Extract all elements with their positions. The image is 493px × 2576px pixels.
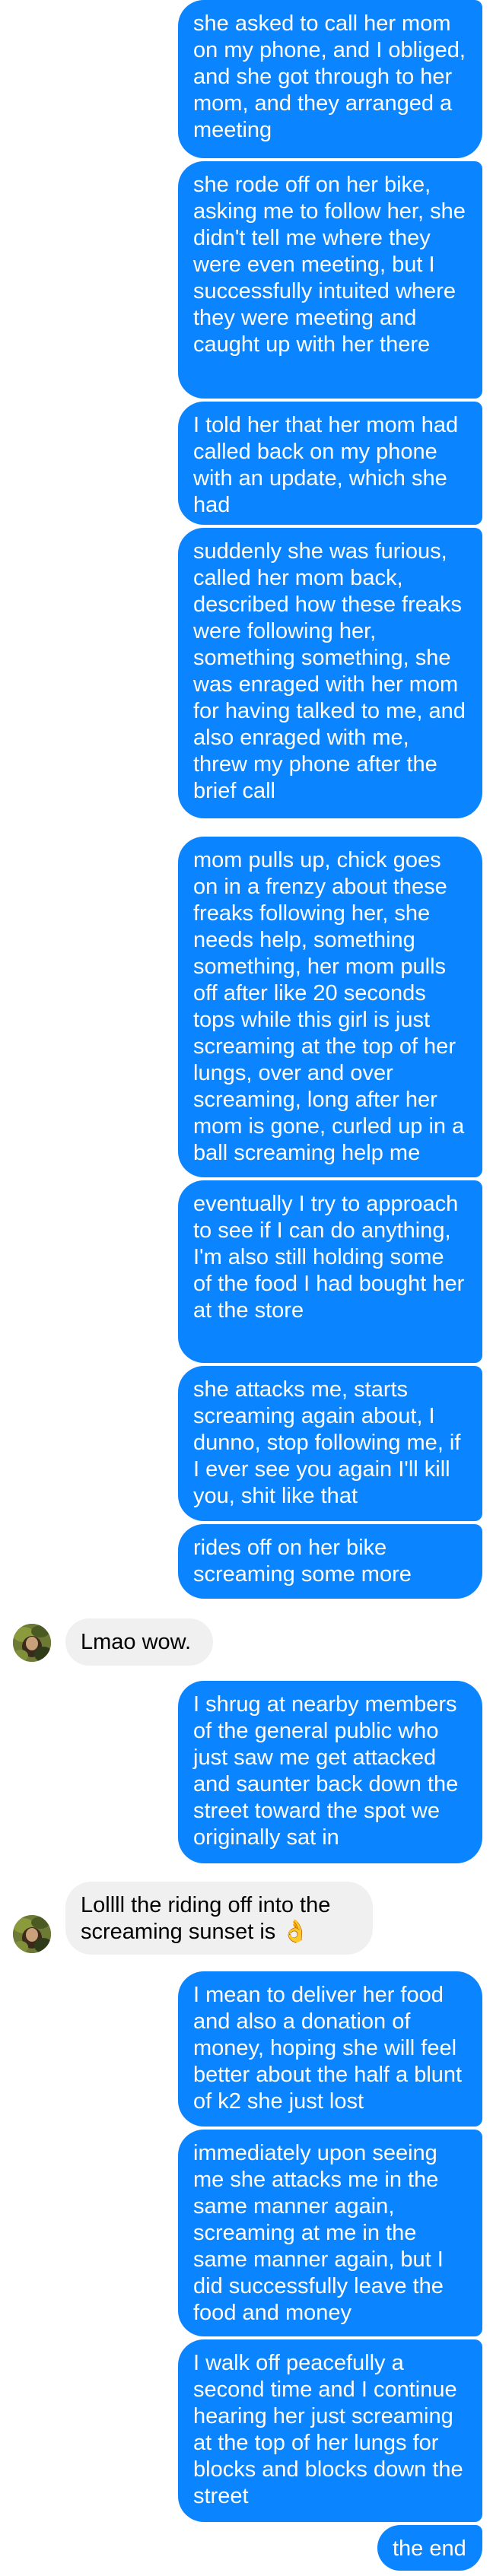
avatar-photo-icon — [13, 1915, 51, 1953]
message-text: she asked to call her mom on my phone, a… — [193, 11, 466, 142]
message-thread: she asked to call her mom on my phone, a… — [0, 0, 493, 2576]
message-bubble-received[interactable]: Lmao wow. — [65, 1618, 213, 1666]
message-bubble-sent[interactable]: suddenly she was furious, called her mom… — [178, 528, 482, 818]
message-text: the end — [393, 2536, 466, 2561]
contact-avatar[interactable] — [13, 1915, 51, 1953]
message-bubble-sent[interactable]: immediately upon seeing me she attacks m… — [178, 2130, 482, 2336]
message-bubble-sent[interactable]: I walk off peacefully a second time and … — [178, 2339, 482, 2522]
message-text: immediately upon seeing me she attacks m… — [193, 2141, 444, 2325]
message-bubble-sent[interactable]: mom pulls up, chick goes on in a frenzy … — [178, 837, 482, 1177]
message-bubble-sent[interactable]: she rode off on her bike, asking me to f… — [178, 161, 482, 399]
message-text: I mean to deliver her food and also a do… — [193, 1983, 463, 2114]
message-text: I shrug at nearby members of the general… — [193, 1692, 459, 1850]
message-text: suddenly she was furious, called her mom… — [193, 539, 466, 803]
message-bubble-sent[interactable]: I mean to deliver her food and also a do… — [178, 1971, 482, 2127]
message-bubble-sent[interactable]: rides off on her bike screaming some mor… — [178, 1524, 482, 1599]
message-bubble-sent[interactable]: eventually I try to approach to see if I… — [178, 1180, 482, 1363]
message-bubble-sent[interactable]: I told her that her mom had called back … — [178, 402, 482, 525]
message-text: Lmao wow. — [81, 1630, 192, 1654]
contact-avatar[interactable] — [13, 1624, 51, 1662]
message-text: I told her that her mom had called back … — [193, 413, 459, 517]
message-bubble-sent[interactable]: she attacks me, starts screaming again a… — [178, 1366, 482, 1521]
message-bubble-sent[interactable]: I shrug at nearby members of the general… — [178, 1681, 482, 1863]
message-bubble-received[interactable]: Lollll the riding off into the screaming… — [65, 1882, 373, 1955]
message-text: eventually I try to approach to see if I… — [193, 1192, 465, 1323]
message-text: I walk off peacefully a second time and … — [193, 2351, 463, 2508]
message-text: Lollll the riding off into the screaming… — [81, 1893, 331, 1944]
message-text: mom pulls up, chick goes on in a frenzy … — [193, 848, 465, 1165]
message-text: rides off on her bike screaming some mor… — [193, 1536, 412, 1587]
message-bubble-sent[interactable]: the end — [377, 2525, 482, 2571]
message-text: she attacks me, starts screaming again a… — [193, 1377, 461, 1508]
avatar-photo-icon — [13, 1624, 51, 1662]
message-bubble-sent[interactable]: she asked to call her mom on my phone, a… — [178, 0, 482, 158]
message-text: she rode off on her bike, asking me to f… — [193, 173, 466, 357]
